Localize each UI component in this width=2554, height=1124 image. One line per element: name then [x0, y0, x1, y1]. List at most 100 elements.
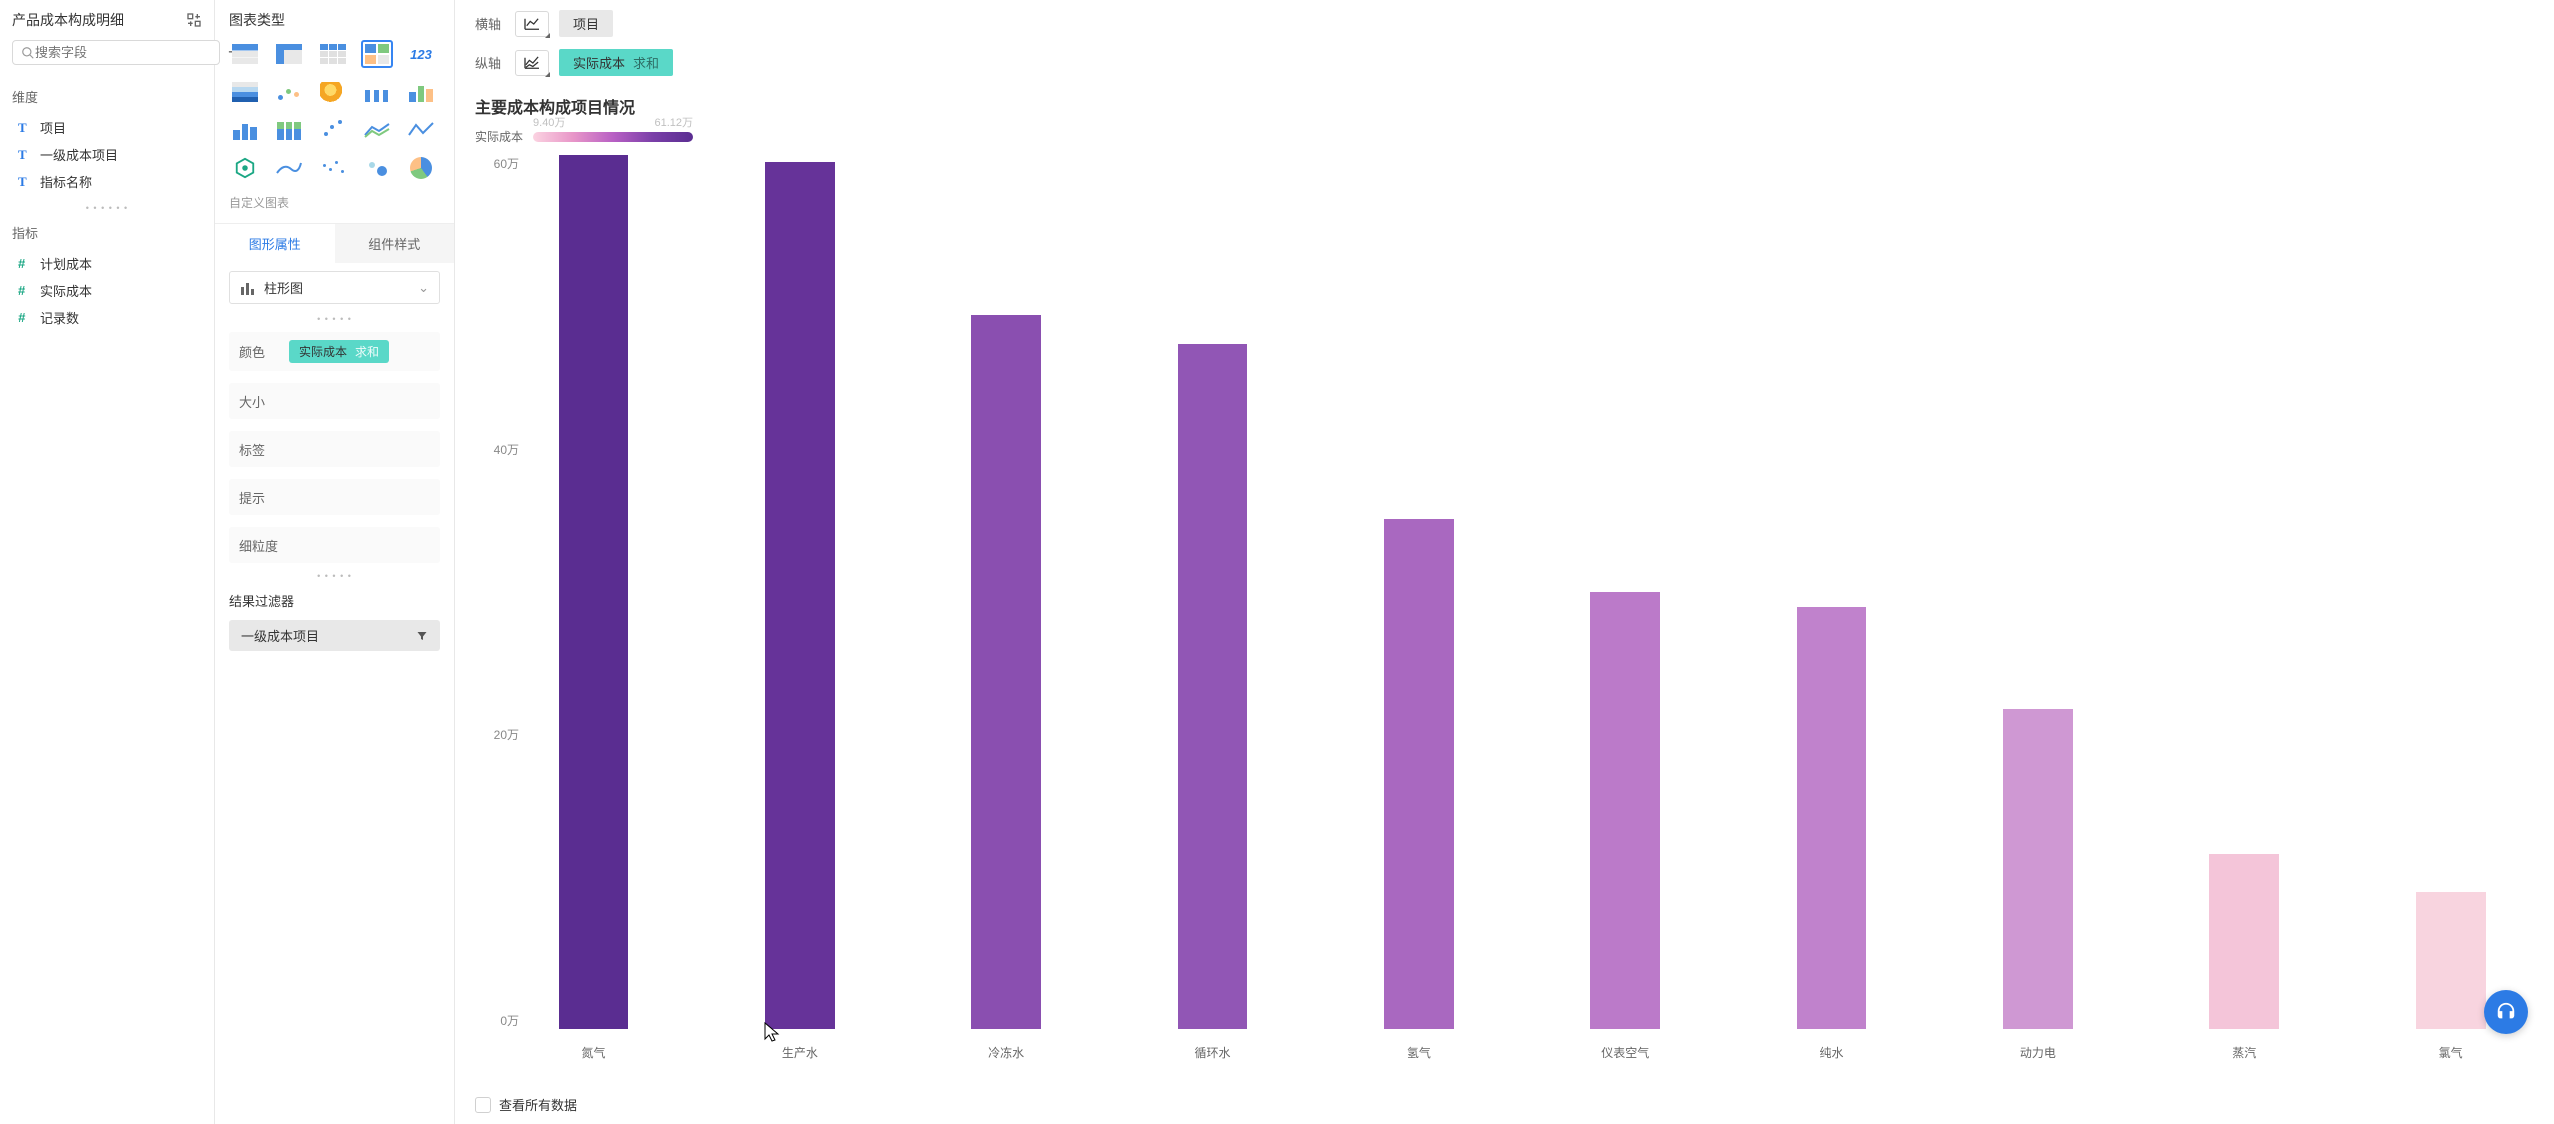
field-label: 项目	[40, 118, 66, 137]
chart-type-grid[interactable]	[317, 40, 349, 68]
y-axis-ticks: 60万 40万 20万 0万	[475, 155, 525, 1029]
measure-field[interactable]: # 实际成本	[12, 277, 202, 304]
prop-size[interactable]: 大小	[229, 383, 440, 419]
x-axis-label: 氮气	[530, 1044, 657, 1061]
chart-type-bubble[interactable]	[361, 154, 393, 182]
support-button[interactable]	[2484, 990, 2528, 1034]
chart-type-map[interactable]	[317, 78, 349, 106]
y-axis-type-selector[interactable]	[515, 50, 549, 76]
x-axis-label: 仪表空气	[1562, 1044, 1689, 1061]
prop-tooltip[interactable]: 提示	[229, 479, 440, 515]
prop-label[interactable]: 标签	[229, 431, 440, 467]
chart-canvas: 60万 40万 20万 0万 氮气生产水冷冻水循环水氢气仪表空气纯水动力电蒸汽氯…	[475, 155, 2534, 1089]
measures-section-label: 指标	[12, 223, 202, 242]
bar[interactable]	[943, 155, 1070, 1029]
chart-type-line[interactable]	[273, 154, 305, 182]
chart-type-dashboard[interactable]	[361, 40, 393, 68]
field-label: 实际成本	[40, 281, 92, 300]
number-field-icon: #	[18, 310, 32, 325]
text-field-icon: T	[18, 120, 32, 136]
x-axis-label: 冷冻水	[943, 1044, 1070, 1061]
chart-types-title: 图表类型	[215, 10, 454, 40]
drag-handle[interactable]: • • • • •	[215, 571, 454, 581]
chart-shape-select[interactable]: 柱形图 ⌄	[229, 271, 440, 304]
text-field-icon: T	[18, 174, 32, 190]
color-pill[interactable]: 实际成本求和	[289, 340, 389, 363]
x-axis-label: 横轴	[475, 14, 505, 33]
filter-icon	[416, 630, 428, 642]
fields-panel: 产品成本构成明细 + 维度 T项目 T一级成本项目 T指标名称 • • • • …	[0, 0, 215, 1124]
number-field-icon: #	[18, 256, 32, 271]
dimension-field[interactable]: T一级成本项目	[12, 141, 202, 168]
custom-chart-label: 自定义图表	[215, 194, 454, 211]
x-axis-type-selector[interactable]	[515, 11, 549, 37]
y-axis-config: 纵轴 实际成本求和	[475, 49, 2534, 76]
chart-type-scatter[interactable]	[317, 116, 349, 144]
panel-drag-handle[interactable]: • • • • • •	[12, 203, 202, 213]
dimension-field[interactable]: T 项目	[12, 114, 202, 141]
bar[interactable]	[2387, 155, 2514, 1029]
chart-type-points[interactable]	[317, 154, 349, 182]
prop-granularity[interactable]: 细粒度	[229, 527, 440, 563]
search-input-wrapper[interactable]	[12, 40, 220, 65]
bar[interactable]	[736, 155, 863, 1029]
chart-type-column-dots[interactable]	[361, 78, 393, 106]
bar[interactable]	[1768, 155, 1895, 1029]
y-axis-label: 纵轴	[475, 53, 505, 72]
x-axis-label: 生产水	[736, 1044, 863, 1061]
chart-type-crosstab[interactable]	[273, 40, 305, 68]
x-axis-label: 氢气	[1355, 1044, 1482, 1061]
swap-view-icon[interactable]	[186, 12, 202, 28]
chart-type-bar-multi[interactable]	[405, 78, 437, 106]
dimension-field[interactable]: T 指标名称	[12, 168, 202, 195]
x-axis-label: 氯气	[2387, 1044, 2514, 1061]
chart-type-kpi[interactable]: 123	[405, 40, 437, 68]
y-axis-icon	[523, 56, 541, 70]
chevron-down-icon: ⌄	[418, 280, 429, 296]
text-field-icon: T	[18, 147, 32, 163]
bar[interactable]	[1355, 155, 1482, 1029]
shape-select-label: 柱形图	[264, 278, 303, 297]
bar[interactable]	[1562, 155, 1689, 1029]
chart-type-picker: 123	[215, 40, 454, 198]
prop-color[interactable]: 颜色 实际成本求和	[229, 332, 440, 371]
y-axis-field-pill[interactable]: 实际成本求和	[559, 49, 673, 76]
chart-type-table[interactable]	[229, 40, 261, 68]
measure-field[interactable]: # 计划成本	[12, 250, 202, 277]
bar[interactable]	[2181, 155, 2308, 1029]
number-field-icon: #	[18, 283, 32, 298]
search-icon	[21, 46, 35, 60]
config-panel: 图表类型 123	[215, 0, 455, 1124]
gradient-scale: 9.40万 61.12万	[533, 132, 693, 142]
chart-type-pie[interactable]	[405, 154, 437, 182]
field-label: 指标名称	[40, 172, 92, 191]
tab-component-style[interactable]: 组件样式	[335, 224, 455, 263]
bar[interactable]	[530, 155, 657, 1029]
chart-type-heatmap[interactable]	[229, 78, 261, 106]
chart-type-custom[interactable]	[229, 154, 261, 182]
bar[interactable]	[1149, 155, 1276, 1029]
tab-graphic-props[interactable]: 图形属性	[215, 224, 335, 263]
x-axis-field-pill[interactable]: 项目	[559, 10, 613, 37]
search-input[interactable]	[35, 45, 211, 60]
chart-type-dot-matrix[interactable]	[273, 78, 305, 106]
legend-label: 实际成本	[475, 128, 523, 145]
x-axis-label: 蒸汽	[2181, 1044, 2308, 1061]
chart-type-area[interactable]	[361, 116, 393, 144]
gradient-max: 61.12万	[654, 114, 693, 130]
chart-area: 横轴 项目 纵轴 实际成本求和 主要成本构成项目情况 实际成本 9.40万 61…	[455, 0, 2554, 1124]
x-axis-label: 动力电	[1974, 1044, 2101, 1061]
x-axis-config: 横轴 项目	[475, 10, 2534, 37]
bar[interactable]	[1974, 155, 2101, 1029]
chart-type-line-zigzag[interactable]	[405, 116, 437, 144]
filter-pill[interactable]: 一级成本项目	[229, 620, 440, 651]
bar-chart-icon	[240, 281, 256, 295]
measure-field[interactable]: #记录数	[12, 304, 202, 331]
drag-handle[interactable]: • • • • •	[215, 314, 454, 324]
view-all-checkbox[interactable]	[475, 1097, 491, 1113]
filter-pill-label: 一级成本项目	[241, 626, 319, 645]
chart-type-stacked-bar[interactable]	[273, 116, 305, 144]
chart-type-bar[interactable]	[229, 116, 261, 144]
color-legend: 实际成本 9.40万 61.12万	[475, 128, 2534, 145]
field-label: 计划成本	[40, 254, 92, 273]
